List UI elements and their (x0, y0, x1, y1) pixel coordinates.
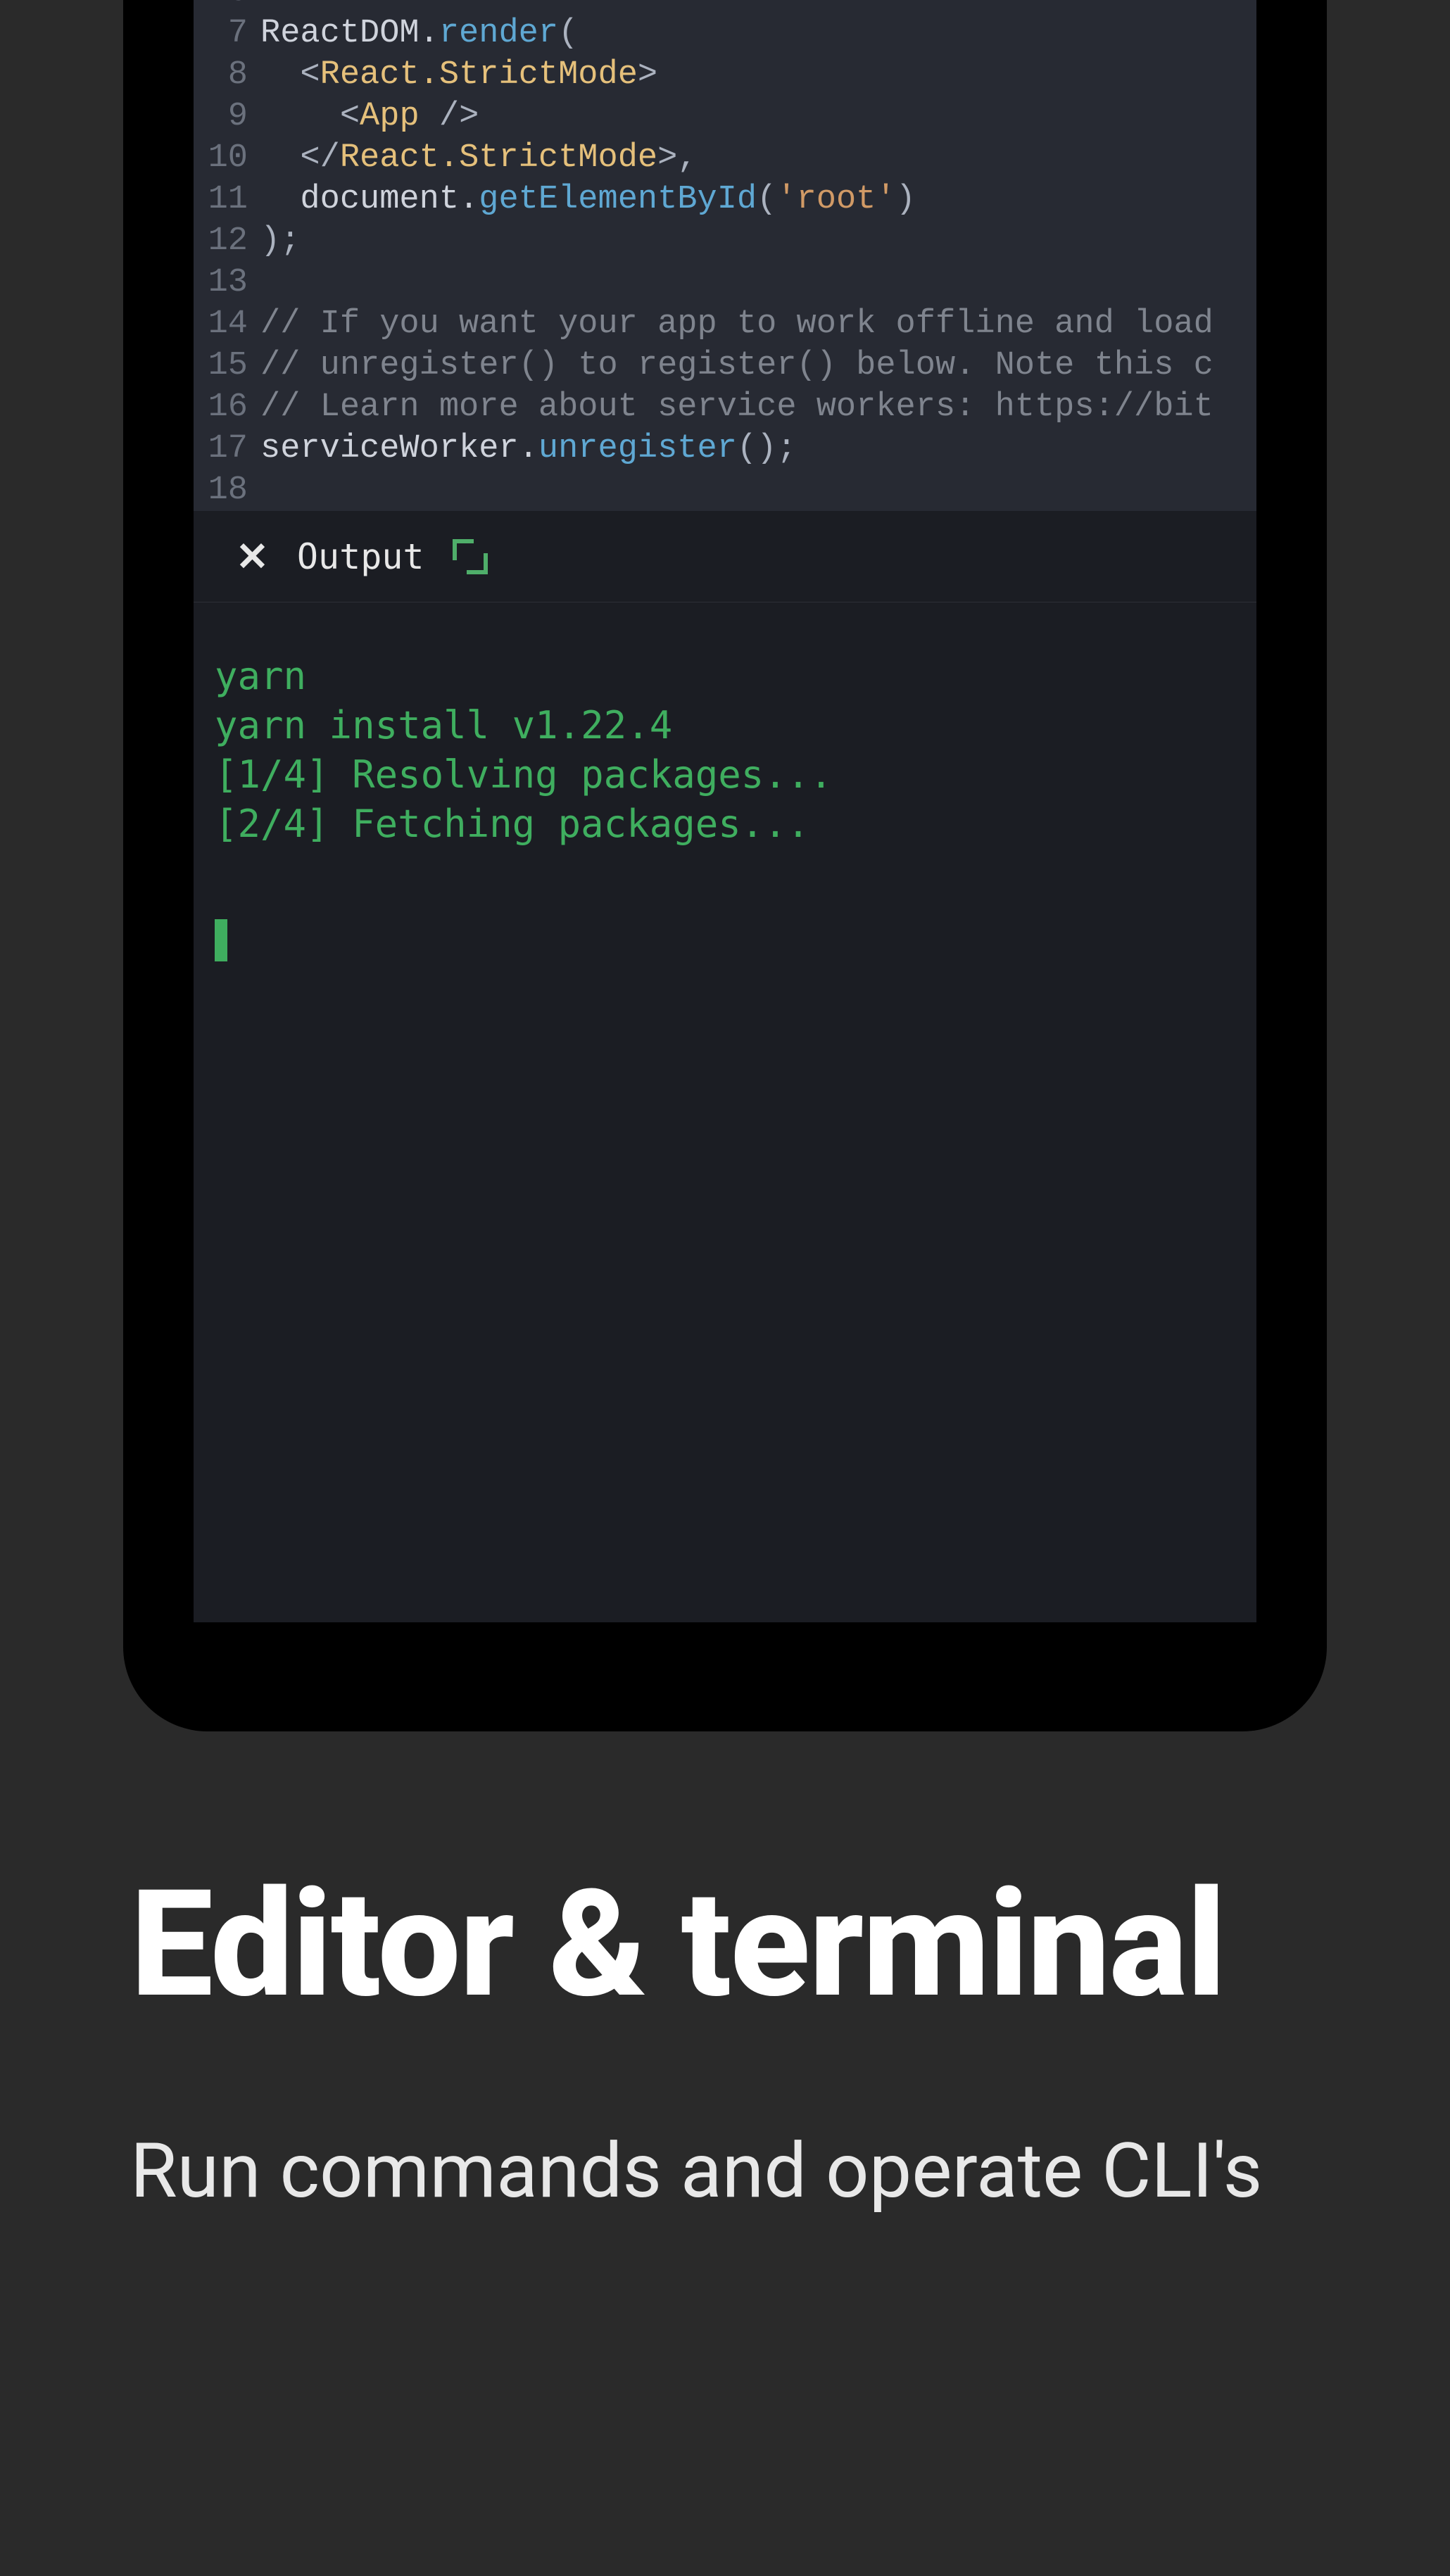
hero-title: Editor & terminal (130, 1865, 1327, 2025)
cursor-icon (215, 919, 227, 961)
line-number: 6 (194, 0, 260, 13)
code-line: 10 </React.StrictMode>, (194, 137, 1256, 179)
code-line: 7ReactDOM.render( (194, 13, 1256, 54)
code-line: 14// If you want your app to work offlin… (194, 303, 1256, 345)
line-number: 15 (194, 345, 260, 386)
terminal-line (215, 849, 1235, 898)
code-line: 17serviceWorker.unregister(); (194, 428, 1256, 469)
line-number: 10 (194, 137, 260, 179)
close-icon[interactable]: ✕ (236, 537, 269, 576)
code-line: 15// unregister() to register() below. N… (194, 345, 1256, 386)
line-number: 12 (194, 220, 260, 262)
code-content: // Learn more about service workers: htt… (260, 386, 1256, 428)
line-number: 16 (194, 386, 260, 428)
device-frame: 5import * as serviceWorker from './servi… (123, 0, 1327, 1731)
code-content: // unregister() to register() below. Not… (260, 345, 1256, 386)
line-number: 14 (194, 303, 260, 345)
output-panel-title: Output (297, 536, 424, 577)
code-line: 11 document.getElementById('root') (194, 179, 1256, 220)
hero-subtitle: Run commands and operate CLI's (130, 2116, 1327, 2227)
loading-spinner-icon (453, 539, 488, 574)
code-line: 6 (194, 0, 1256, 13)
code-editor[interactable]: 5import * as serviceWorker from './servi… (194, 0, 1256, 511)
terminal-line: yarn (215, 652, 1235, 701)
code-content: </React.StrictMode>, (260, 137, 1256, 179)
terminal-cursor (215, 898, 1235, 964)
code-line: 13 (194, 262, 1256, 303)
device-screen: 5import * as serviceWorker from './servi… (194, 0, 1256, 1622)
terminal-line: yarn install v1.22.4 (215, 701, 1235, 750)
line-number: 18 (194, 469, 260, 511)
code-line: 12); (194, 220, 1256, 262)
line-number: 17 (194, 428, 260, 469)
terminal-line: [2/4] Fetching packages... (215, 800, 1235, 849)
code-line: 16// Learn more about service workers: h… (194, 386, 1256, 428)
code-content (260, 262, 1256, 303)
line-number: 9 (194, 96, 260, 137)
code-content (260, 0, 1256, 13)
code-line: 18 (194, 469, 1256, 511)
terminal-output[interactable]: yarnyarn install v1.22.4[1/4] Resolving … (194, 602, 1256, 1553)
code-line: 8 <React.StrictMode> (194, 54, 1256, 96)
line-number: 8 (194, 54, 260, 96)
hero-section: Editor & terminal Run commands and opera… (130, 1865, 1327, 2226)
code-content: document.getElementById('root') (260, 179, 1256, 220)
code-content: serviceWorker.unregister(); (260, 428, 1256, 469)
output-panel-bar: ✕ Output (194, 511, 1256, 602)
code-content: ); (260, 220, 1256, 262)
code-content: <App /> (260, 96, 1256, 137)
code-line: 9 <App /> (194, 96, 1256, 137)
code-content: // If you want your app to work offline … (260, 303, 1256, 345)
line-number: 13 (194, 262, 260, 303)
line-number: 7 (194, 13, 260, 54)
line-number: 11 (194, 179, 260, 220)
terminal-line: [1/4] Resolving packages... (215, 750, 1235, 800)
code-content: <React.StrictMode> (260, 54, 1256, 96)
code-content (260, 469, 1256, 511)
code-content: ReactDOM.render( (260, 13, 1256, 54)
